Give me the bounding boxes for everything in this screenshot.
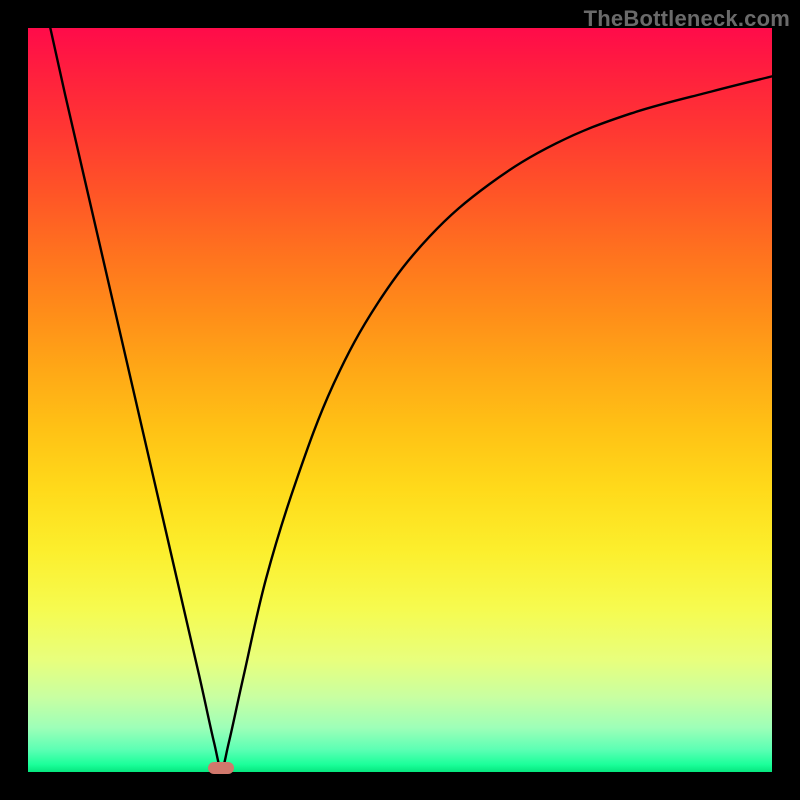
chart-container: TheBottleneck.com — [0, 0, 800, 800]
plot-area — [28, 28, 772, 772]
curve-svg — [28, 28, 772, 772]
optimal-point-marker — [208, 762, 234, 774]
bottleneck-curve — [50, 28, 772, 768]
